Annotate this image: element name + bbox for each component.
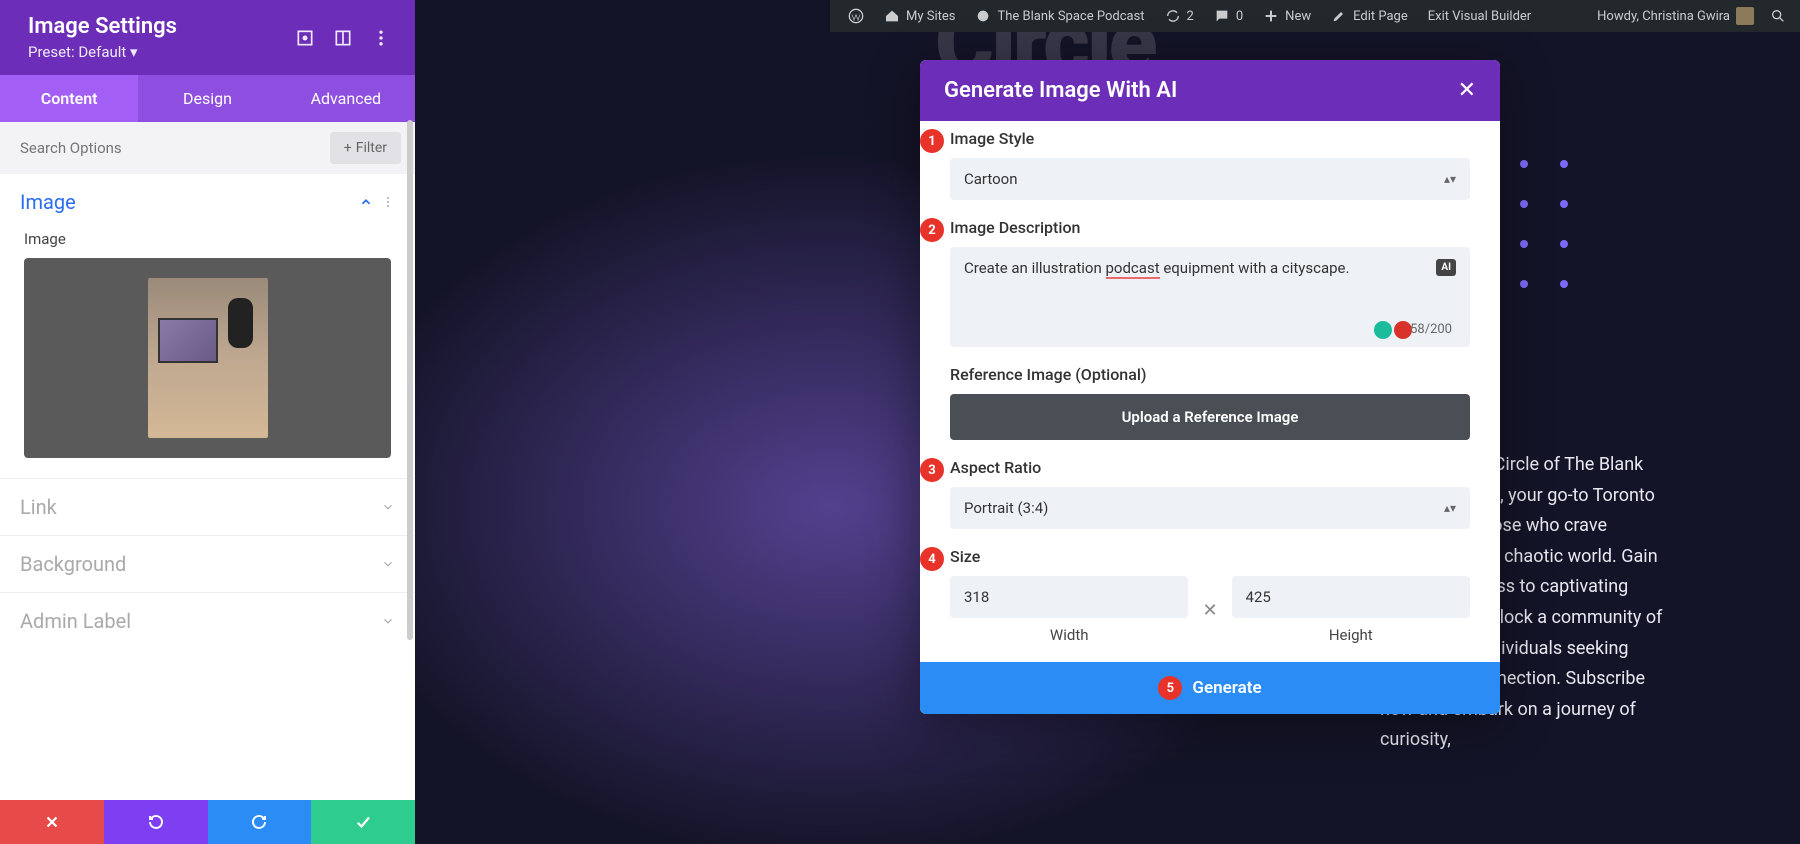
comments-link[interactable]: 0 (1204, 0, 1253, 32)
ai-badge[interactable]: AI (1436, 259, 1456, 276)
avatar (1736, 7, 1754, 25)
width-sublabel: Width (950, 626, 1188, 644)
grammar-widget[interactable] (1374, 321, 1412, 339)
section-background[interactable]: Background (0, 535, 415, 592)
chevron-up-icon (359, 195, 373, 209)
tab-content[interactable]: Content (0, 75, 138, 122)
size-separator: ✕ (1202, 600, 1217, 621)
step-badge-3: 3 (920, 458, 944, 482)
exit-builder-link[interactable]: Exit Visual Builder (1418, 0, 1541, 32)
height-input[interactable] (1232, 576, 1470, 618)
updates-link[interactable]: 2 (1155, 0, 1204, 32)
cancel-button[interactable] (0, 800, 104, 844)
modal-header: Generate Image With AI ✕ (920, 60, 1500, 121)
size-label: Size (950, 547, 1470, 566)
save-button[interactable] (311, 800, 415, 844)
search-row: +Filter (0, 122, 415, 174)
image-field-label: Image (0, 230, 415, 258)
redo-button[interactable] (208, 800, 312, 844)
site-name-link[interactable]: The Blank Space Podcast (965, 0, 1154, 32)
ai-image-modal: Generate Image With AI ✕ 1 Image Style C… (920, 60, 1500, 714)
generate-button[interactable]: 5 Generate (920, 662, 1500, 714)
sidebar-title: Image Settings (28, 14, 295, 39)
style-label: Image Style (950, 129, 1470, 148)
description-label: Image Description (950, 218, 1470, 237)
close-icon[interactable]: ✕ (1458, 78, 1476, 103)
upload-reference-button[interactable]: Upload a Reference Image (950, 394, 1470, 440)
page-canvas: My Sites The Blank Space Podcast 2 0 New… (415, 0, 1800, 844)
chevron-down-icon (381, 500, 395, 514)
step-badge-2: 2 (920, 218, 944, 242)
tab-advanced[interactable]: Advanced (277, 75, 415, 122)
wp-logo[interactable] (838, 0, 874, 32)
settings-sidebar: Image Settings Preset: Default ▾ Content… (0, 0, 415, 844)
wp-admin-bar: My Sites The Blank Space Podcast 2 0 New… (830, 0, 1800, 32)
image-preview[interactable] (24, 258, 391, 458)
modal-title: Generate Image With AI (944, 78, 1458, 103)
more-icon[interactable] (371, 28, 391, 48)
howdy-user[interactable]: Howdy, Christina Gwira (1587, 0, 1764, 32)
chevron-down-icon (381, 614, 395, 628)
step-badge-1: 1 (920, 129, 944, 153)
aspect-select[interactable]: Portrait (3:4)▴▾ (950, 487, 1470, 529)
reference-label: Reference Image (Optional) (950, 365, 1470, 384)
edit-page-link[interactable]: Edit Page (1321, 0, 1418, 32)
height-sublabel: Height (1232, 626, 1470, 644)
my-sites-link[interactable]: My Sites (874, 0, 965, 32)
scrollbar[interactable] (407, 120, 413, 640)
undo-button[interactable] (104, 800, 208, 844)
style-select[interactable]: Cartoon▴▾ (950, 158, 1470, 200)
preset-selector[interactable]: Preset: Default ▾ (28, 43, 295, 61)
chevron-down-icon (381, 557, 395, 571)
expand-icon[interactable] (295, 28, 315, 48)
layout-icon[interactable] (333, 28, 353, 48)
section-link[interactable]: Link (0, 478, 415, 535)
footer-actions (0, 800, 415, 844)
more-icon[interactable] (381, 195, 395, 209)
char-counter: 58/200 (1410, 322, 1452, 337)
section-admin-label[interactable]: Admin Label (0, 592, 415, 649)
search-icon[interactable] (1764, 2, 1792, 30)
search-input[interactable] (14, 133, 330, 163)
width-input[interactable] (950, 576, 1188, 618)
settings-tabs: Content Design Advanced (0, 75, 415, 122)
section-image[interactable]: Image (0, 174, 415, 230)
filter-button[interactable]: +Filter (330, 132, 401, 164)
sidebar-header: Image Settings Preset: Default ▾ (0, 0, 415, 75)
new-link[interactable]: New (1253, 0, 1321, 32)
tab-design[interactable]: Design (138, 75, 276, 122)
step-badge-4: 4 (920, 547, 944, 571)
aspect-label: Aspect Ratio (950, 458, 1470, 477)
step-badge-5: 5 (1158, 676, 1182, 700)
